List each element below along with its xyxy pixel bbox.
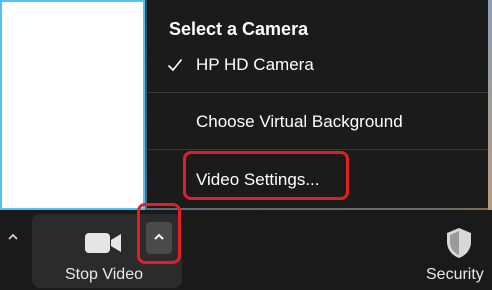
camera-option-label: HP HD Camera bbox=[196, 55, 314, 74]
video-settings-highlight bbox=[183, 151, 349, 200]
meeting-toolbar: Stop Video Security bbox=[0, 203, 492, 290]
stop-video-label: Stop Video bbox=[65, 266, 143, 283]
checkmark-icon bbox=[167, 58, 183, 72]
camera-option-hp-hd[interactable]: HP HD Camera bbox=[147, 50, 488, 80]
menu-divider bbox=[147, 149, 488, 150]
video-camera-icon bbox=[85, 233, 121, 253]
menu-divider bbox=[147, 92, 488, 93]
video-edge-strip bbox=[488, 0, 492, 210]
security-button[interactable]: Security bbox=[418, 214, 492, 288]
virtual-background-label: Choose Virtual Background bbox=[196, 112, 403, 131]
menu-title: Select a Camera bbox=[169, 19, 309, 39]
camera-menu: Select a Camera HP HD Camera Choose Virt… bbox=[147, 0, 488, 208]
chevron-up-icon[interactable] bbox=[4, 228, 22, 246]
self-video-tile[interactable] bbox=[0, 0, 145, 210]
security-label: Security bbox=[426, 266, 484, 283]
video-area: Select a Camera HP HD Camera Choose Virt… bbox=[0, 0, 492, 210]
caret-highlight bbox=[137, 203, 181, 264]
choose-virtual-background-item[interactable]: Choose Virtual Background bbox=[147, 107, 488, 137]
shield-icon bbox=[447, 228, 471, 258]
